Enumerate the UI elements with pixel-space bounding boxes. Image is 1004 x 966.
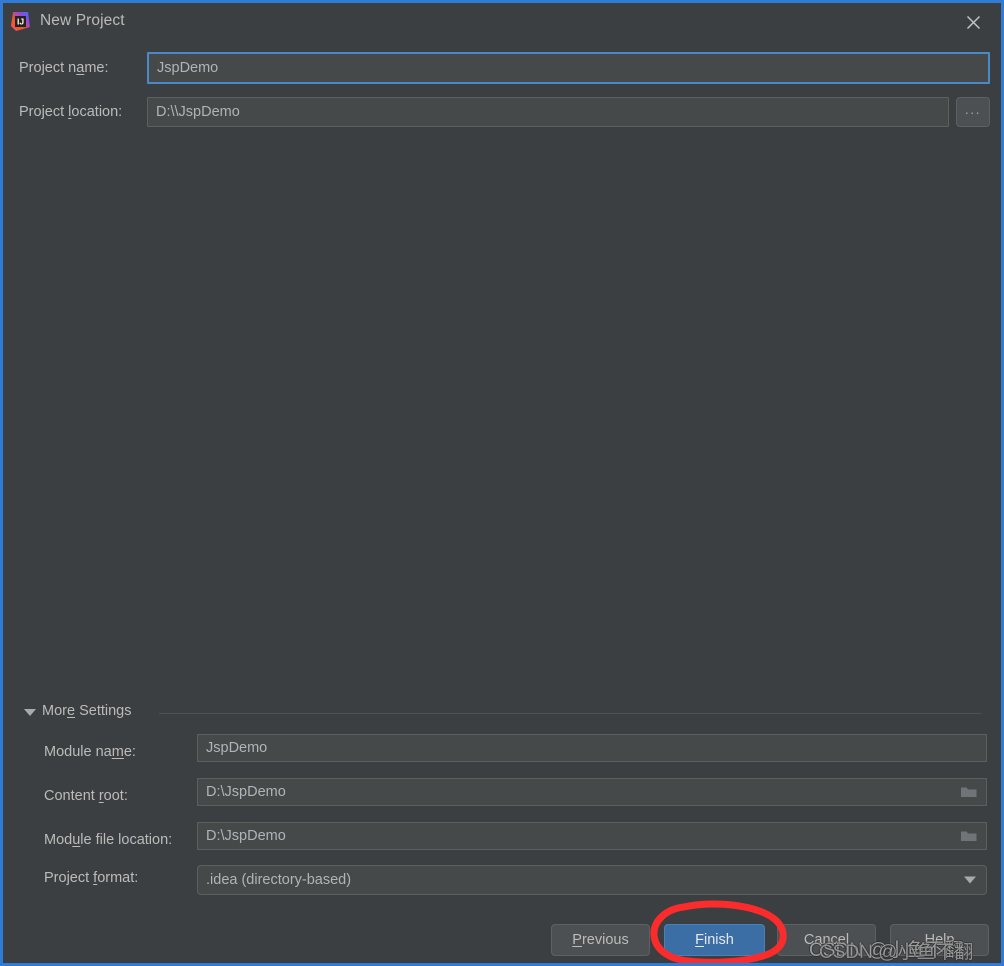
more-settings-label: More Settings xyxy=(42,703,132,719)
folder-icon[interactable] xyxy=(960,829,978,843)
module-name-label: Module name: xyxy=(44,744,136,760)
project-name-label: Project name: xyxy=(19,60,109,76)
section-divider xyxy=(159,713,982,714)
ellipsis-icon: ... xyxy=(964,101,982,117)
triangle-down-icon[interactable] xyxy=(24,709,36,716)
folder-icon[interactable] xyxy=(960,785,978,799)
cancel-button[interactable]: Cancel xyxy=(777,924,876,956)
finish-button[interactable]: Finish xyxy=(664,924,765,956)
help-button[interactable]: Help xyxy=(890,924,989,956)
module-name-input[interactable]: JspDemo xyxy=(197,734,987,762)
content-root-value: D:\JspDemo xyxy=(206,784,286,800)
svg-text:IJ: IJ xyxy=(17,16,24,26)
module-file-location-value: D:\JspDemo xyxy=(206,828,286,844)
chevron-down-icon[interactable] xyxy=(964,876,976,884)
close-icon[interactable] xyxy=(951,7,995,37)
dialog-titlebar: IJ New Project xyxy=(3,3,1001,40)
module-file-location-input[interactable]: D:\JspDemo xyxy=(197,822,987,850)
previous-button[interactable]: Previous xyxy=(551,924,650,956)
module-file-location-label: Module file location: xyxy=(44,832,173,848)
dialog-title: New Project xyxy=(40,12,125,29)
module-name-value: JspDemo xyxy=(206,740,268,756)
project-location-input[interactable]: D:\\JspDemo xyxy=(147,97,949,127)
intellij-idea-logo-icon: IJ xyxy=(10,11,31,32)
project-name-input[interactable]: JspDemo xyxy=(147,52,990,84)
project-location-label: Project location: xyxy=(19,104,123,120)
content-root-input[interactable]: D:\JspDemo xyxy=(197,778,987,806)
project-format-label: Project format: xyxy=(44,870,139,886)
more-settings-section-header[interactable]: More Settings xyxy=(22,703,982,723)
project-location-browse-button[interactable]: ... xyxy=(956,97,990,127)
project-location-value: D:\\JspDemo xyxy=(156,104,240,120)
project-format-select[interactable]: .idea (directory-based) xyxy=(197,865,987,895)
project-name-value: JspDemo xyxy=(157,60,219,76)
project-format-value: .idea (directory-based) xyxy=(206,872,352,888)
new-project-dialog: IJ New Project Project name: JspDemo Pro… xyxy=(0,0,1004,966)
content-root-label: Content root: xyxy=(44,788,128,804)
